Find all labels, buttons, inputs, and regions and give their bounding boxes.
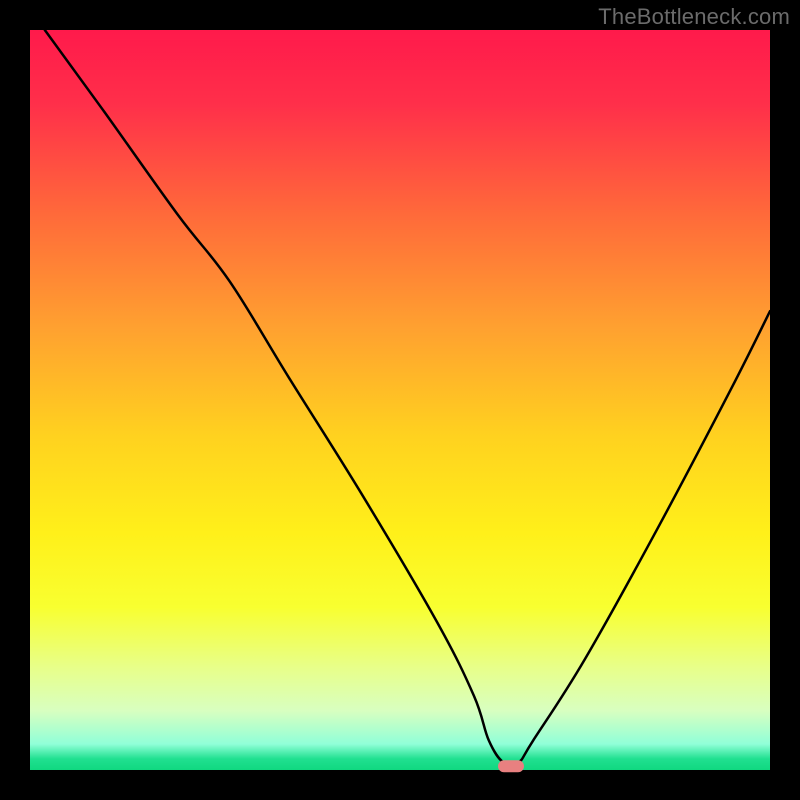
plot-background bbox=[30, 30, 770, 770]
optimal-marker bbox=[498, 760, 524, 772]
watermark-text: TheBottleneck.com bbox=[598, 4, 790, 30]
chart-container: TheBottleneck.com bbox=[0, 0, 800, 800]
bottleneck-chart bbox=[0, 0, 800, 800]
